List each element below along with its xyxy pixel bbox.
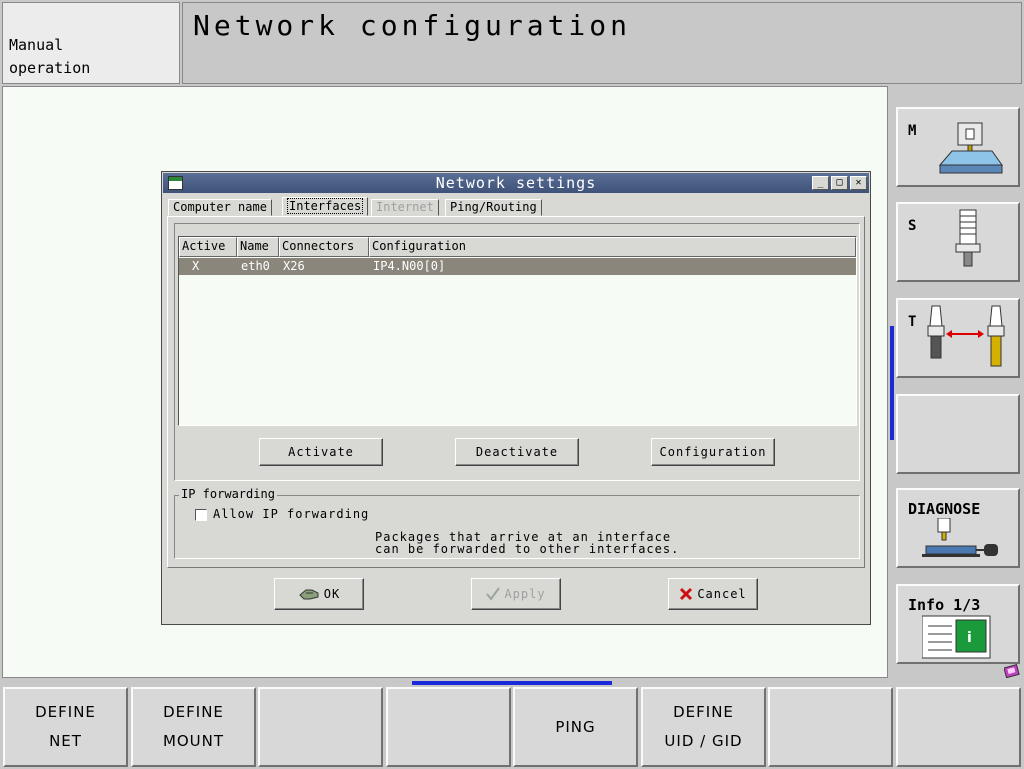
interfaces-group: Active Name Connectors Configuration X e… bbox=[174, 223, 860, 481]
softkey-empty-right[interactable] bbox=[896, 394, 1020, 474]
softkey-define-net-line1: DEFINE bbox=[35, 703, 96, 721]
tab-interfaces[interactable]: Interfaces bbox=[282, 197, 369, 216]
column-header-name[interactable]: Name bbox=[237, 237, 279, 257]
softkey-define-uid-gid-line1: DEFINE bbox=[673, 703, 734, 721]
cancel-x-icon bbox=[680, 587, 693, 601]
interfaces-table[interactable]: Active Name Connectors Configuration X e… bbox=[178, 236, 857, 426]
tool-change-icon bbox=[927, 305, 1005, 367]
softkey-info-label: Info 1/3 bbox=[908, 596, 981, 614]
bottom-softkey-bar: DEFINE NET DEFINE MOUNT PING DEFINE UID … bbox=[0, 680, 1024, 769]
softkey-define-mount-line2: MOUNT bbox=[162, 732, 225, 750]
configuration-button[interactable]: Configuration bbox=[651, 438, 775, 466]
tab-internet: Internet bbox=[371, 199, 439, 216]
machine-table-icon bbox=[938, 122, 1003, 174]
softkey-empty-4[interactable] bbox=[386, 687, 511, 767]
allow-ip-forwarding-checkbox[interactable] bbox=[195, 509, 207, 521]
softkey-m-label: M bbox=[908, 123, 917, 139]
softkey-s[interactable]: S bbox=[896, 202, 1020, 282]
softkey-define-uid-gid[interactable]: DEFINE UID / GID bbox=[641, 687, 766, 767]
tab-computer-name[interactable]: Computer name bbox=[168, 199, 272, 216]
apply-button: Apply bbox=[471, 578, 561, 610]
softkey-ping[interactable]: PING bbox=[513, 687, 638, 767]
minimize-button[interactable]: _ bbox=[812, 176, 829, 190]
tab-internet-label: Internet bbox=[376, 200, 434, 214]
ok-label: OK bbox=[323, 587, 341, 601]
softkey-t-label: T bbox=[908, 314, 917, 330]
page-title: Network configuration bbox=[193, 9, 632, 42]
cancel-button[interactable]: Cancel bbox=[668, 578, 758, 610]
header-title-box: Network configuration bbox=[182, 2, 1022, 84]
vertical-scroll-indicator bbox=[890, 326, 894, 440]
table-row[interactable]: X eth0 X26 IP4.N00[0] bbox=[179, 258, 856, 275]
spindle-icon bbox=[955, 209, 981, 267]
column-header-connectors[interactable]: Connectors bbox=[279, 237, 369, 257]
softkey-diagnose-label: DIAGNOSE bbox=[908, 500, 981, 518]
softkey-t[interactable]: T bbox=[896, 298, 1020, 378]
checkmark-icon bbox=[486, 587, 501, 601]
cell-configuration: IP4.N00[0] bbox=[373, 259, 446, 273]
diagnose-probe-icon bbox=[922, 518, 998, 557]
deactivate-button[interactable]: Deactivate bbox=[455, 438, 579, 466]
dialog-title: Network settings bbox=[435, 174, 597, 192]
column-header-active[interactable]: Active bbox=[179, 237, 237, 257]
tab-computer-name-label: Computer name bbox=[173, 200, 267, 214]
softkey-m[interactable]: M bbox=[896, 107, 1020, 187]
horizontal-softkey-indicator bbox=[412, 681, 612, 685]
operating-mode-box: Manual operation bbox=[2, 2, 180, 84]
softkey-empty-8[interactable] bbox=[896, 687, 1021, 767]
tab-ping-routing[interactable]: Ping/Routing bbox=[445, 199, 542, 216]
softkey-empty-3[interactable] bbox=[258, 687, 383, 767]
cell-connectors: X26 bbox=[283, 259, 305, 273]
softkey-info[interactable]: Info 1/3 i bbox=[896, 584, 1020, 664]
status-indicator-icon bbox=[1004, 664, 1020, 678]
svg-text:i: i bbox=[967, 630, 972, 646]
table-header: Active Name Connectors Configuration bbox=[179, 237, 856, 257]
close-button[interactable]: ✕ bbox=[850, 176, 867, 190]
ip-forwarding-description: Packages that arrive at an interface can… bbox=[375, 530, 680, 556]
column-header-configuration[interactable]: Configuration bbox=[369, 237, 856, 257]
ok-hand-icon bbox=[299, 589, 319, 600]
network-settings-dialog: Network settings _ □ ✕ Computer name Int… bbox=[161, 171, 871, 625]
operating-mode-label: Manual operation bbox=[9, 36, 91, 77]
softkey-define-mount-line1: DEFINE bbox=[163, 703, 224, 721]
tab-interfaces-label: Interfaces bbox=[287, 198, 364, 214]
cancel-label: Cancel bbox=[697, 587, 747, 601]
maximize-button[interactable]: □ bbox=[831, 176, 848, 190]
right-softkey-bar: M S T DIAGNOSE Info 1/3 i bbox=[890, 86, 1024, 678]
ip-forwarding-group-label: IP forwarding bbox=[179, 487, 277, 501]
softkey-ping-label: PING bbox=[555, 717, 596, 736]
cell-name: eth0 bbox=[241, 259, 270, 273]
softkey-s-label: S bbox=[908, 218, 917, 234]
interfaces-tab-panel: Active Name Connectors Configuration X e… bbox=[167, 216, 865, 568]
softkey-define-net[interactable]: DEFINE NET bbox=[3, 687, 128, 767]
softkey-define-uid-gid-line2: UID / GID bbox=[664, 732, 743, 750]
ok-button[interactable]: OK bbox=[274, 578, 364, 610]
apply-label: Apply bbox=[504, 587, 546, 601]
activate-button[interactable]: Activate bbox=[259, 438, 383, 466]
softkey-diagnose[interactable]: DIAGNOSE bbox=[896, 488, 1020, 568]
softkey-empty-7[interactable] bbox=[768, 687, 893, 767]
softkey-define-net-line2: NET bbox=[49, 732, 82, 750]
allow-ip-forwarding-label[interactable]: Allow IP forwarding bbox=[213, 507, 369, 521]
ip-forwarding-group: IP forwarding Allow IP forwarding Packag… bbox=[174, 487, 860, 559]
softkey-define-mount[interactable]: DEFINE MOUNT bbox=[131, 687, 256, 767]
tab-ping-routing-label: Ping/Routing bbox=[450, 200, 537, 214]
info-sheet-icon: i bbox=[922, 615, 991, 659]
cell-active: X bbox=[192, 259, 200, 273]
dialog-titlebar[interactable]: Network settings _ □ ✕ bbox=[163, 173, 869, 193]
